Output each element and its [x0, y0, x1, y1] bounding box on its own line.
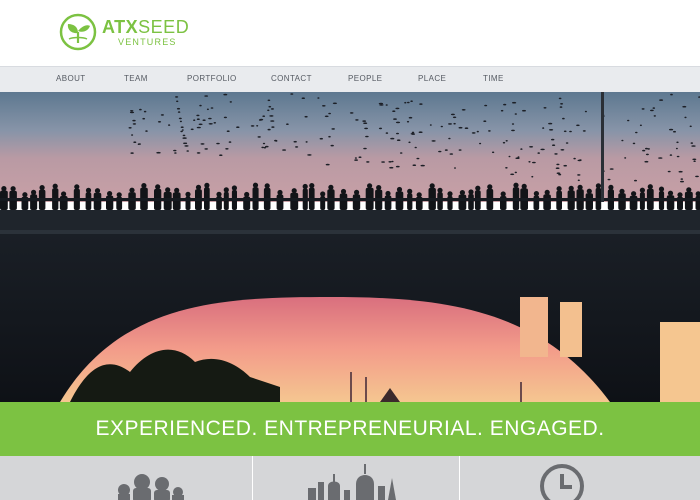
- logo-seed: SEED: [138, 16, 190, 37]
- logo[interactable]: ATXSEED VENTURES: [58, 12, 189, 52]
- nav-item-about[interactable]: ABOUT: [56, 74, 86, 83]
- nav-item-time[interactable]: TIME: [483, 74, 504, 83]
- main-nav: ABOUT TEAM PORTFOLIO CONTACT PEOPLE PLAC…: [0, 66, 700, 92]
- nav-item-portfolio[interactable]: PORTFOLIO: [187, 74, 237, 83]
- clock-icon[interactable]: [538, 460, 586, 500]
- logo-atx: ATX: [102, 16, 139, 37]
- hero-image: [0, 92, 700, 402]
- nav-item-contact[interactable]: CONTACT: [271, 74, 312, 83]
- logo-subtitle: VENTURES: [118, 36, 177, 47]
- nav-item-place[interactable]: PLACE: [418, 74, 446, 83]
- people-icon[interactable]: [112, 460, 188, 500]
- skyline-icon[interactable]: [304, 460, 400, 500]
- site-header: ATXSEED VENTURES: [0, 0, 700, 66]
- tagline-text: EXPERIENCED. ENTREPRENEURIAL. ENGAGED.: [95, 417, 605, 440]
- nav-item-people[interactable]: PEOPLE: [348, 74, 382, 83]
- nav-item-team[interactable]: TEAM: [124, 74, 148, 83]
- panel-divider: [252, 456, 253, 500]
- feature-panels: [0, 456, 700, 500]
- bridge-photo: [0, 92, 700, 402]
- panel-divider: [459, 456, 460, 500]
- tagline-band: EXPERIENCED. ENTREPRENEURIAL. ENGAGED.: [0, 402, 700, 456]
- seedling-icon: [59, 13, 97, 51]
